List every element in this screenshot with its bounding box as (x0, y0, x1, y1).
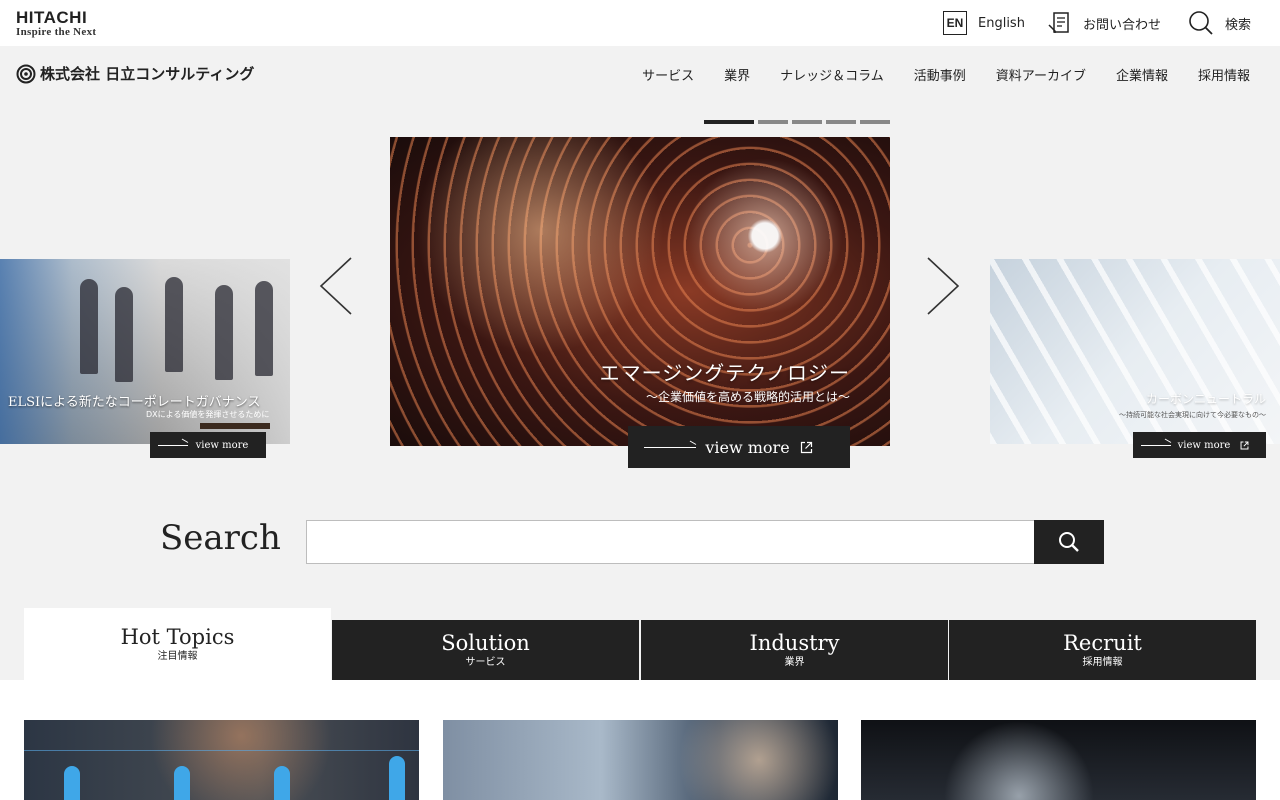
view-more-label: view more (195, 439, 249, 451)
nav-item-case-studies[interactable]: 活動事例 (914, 65, 966, 84)
arrow-right-icon (158, 445, 188, 446)
en-badge-icon: EN (943, 11, 967, 35)
logo-name: HITACHI (16, 8, 88, 27)
site-search-button[interactable] (1034, 520, 1104, 564)
main-nav: 株式会社 日立コンサルティング サービス 業界 ナレッジ＆コラム 活動事例 資料… (0, 46, 1280, 102)
header-search-link[interactable]: 検索 (1188, 0, 1251, 46)
nav-item-recruit[interactable]: 採用情報 (1198, 65, 1250, 84)
main-view-more-button[interactable]: view more (628, 426, 850, 468)
nav-item-knowledge[interactable]: ナレッジ＆コラム (780, 65, 884, 84)
nav-item-services[interactable]: サービス (642, 65, 694, 84)
carousel-slide-prev[interactable]: ELSIによる新たなコーポレートガバナンス DXによる価値を発揮させるために (0, 259, 290, 444)
contact-document-icon (1048, 12, 1069, 33)
english-link[interactable]: EN English (943, 0, 1025, 46)
next-slide-subtitle: ～持続可能な社会実現に向けて今必要なもの～ (1119, 411, 1266, 419)
carousel-next-arrow-icon[interactable] (925, 256, 961, 316)
tab-solution[interactable]: Solution サービス (332, 620, 639, 680)
carousel-slide-next[interactable]: カーボンニュートラル ～持続可能な社会実現に向けて今必要なもの～ (990, 259, 1280, 444)
topic-card[interactable] (443, 720, 838, 800)
tab-hot-topics[interactable]: Hot Topics 注目情報 (24, 608, 331, 680)
tab-label-ja: サービス (465, 657, 506, 668)
contact-label: お問い合わせ (1083, 17, 1162, 33)
view-more-label: view more (705, 437, 790, 457)
slide-image-person (115, 287, 133, 382)
company-emblem-icon (16, 64, 36, 83)
slide-image-person (255, 281, 273, 376)
next-slide-title: カーボンニュートラル (1145, 392, 1266, 406)
carousel-indicators (704, 120, 890, 124)
slide-image-person (165, 277, 183, 372)
topic-card[interactable] (861, 720, 1256, 800)
nav-item-company[interactable]: 企業情報 (1116, 65, 1168, 84)
header-search-label: 検索 (1225, 17, 1252, 33)
logo-tagline: Inspire the Next (16, 26, 97, 38)
card-image-person (274, 766, 290, 800)
tab-label-en: Hot Topics (120, 625, 235, 649)
carousel-indicator[interactable] (704, 120, 754, 124)
slide-image-person (80, 279, 98, 374)
nav-item-industry[interactable]: 業界 (724, 65, 750, 84)
slide-image-person (215, 285, 233, 380)
nav-item-archive[interactable]: 資料アーカイブ (996, 65, 1086, 84)
company-name: 株式会社 日立コンサルティング (40, 65, 255, 83)
main-slide-title: エマージングテクノロジー (599, 361, 850, 385)
nav-menu: サービス 業界 ナレッジ＆コラム 活動事例 資料アーカイブ 企業情報 採用情報 (642, 46, 1250, 102)
prev-slide-title: ELSIによる新たなコーポレートガバナンス (8, 395, 261, 410)
card-image-person (174, 766, 190, 800)
search-icon (1059, 532, 1079, 552)
tab-label-en: Solution (441, 631, 530, 655)
external-link-icon (1240, 441, 1249, 449)
tab-label-en: Industry (749, 631, 840, 655)
tab-industry[interactable]: Industry 業界 (641, 620, 948, 680)
view-more-label: view more (1177, 439, 1231, 451)
carousel-slide-active[interactable]: エマージングテクノロジー ～企業価値を高める戦略的活用とは～ (390, 137, 890, 446)
arrow-right-icon (1141, 445, 1171, 446)
prev-slide-subtitle: DXによる価値を発揮させるために (146, 410, 270, 419)
search-heading: Search (160, 518, 281, 558)
hitachi-logo[interactable]: HITACHI Inspire the Next (16, 9, 96, 39)
main-slide-subtitle: ～企業価値を高める戦略的活用とは～ (645, 390, 850, 404)
card-image-person (389, 756, 405, 800)
tab-label-ja: 採用情報 (1082, 657, 1123, 668)
tab-label-ja: 注目情報 (157, 651, 198, 662)
contact-link[interactable]: お問い合わせ (1046, 0, 1161, 46)
tab-recruit[interactable]: Recruit 採用情報 (949, 620, 1256, 680)
company-logo[interactable]: 株式会社 日立コンサルティング (16, 63, 254, 84)
site-search-input[interactable] (306, 520, 1034, 564)
search-icon (1189, 11, 1213, 35)
english-label: English (978, 15, 1025, 31)
carousel-prev-arrow-icon[interactable] (318, 256, 354, 316)
arrow-right-icon (644, 447, 696, 448)
card-image-network (24, 750, 419, 751)
next-view-more-button[interactable]: view more (1133, 432, 1266, 458)
top-bar: HITACHI Inspire the Next EN English お問い合… (0, 0, 1280, 46)
tab-label-ja: 業界 (784, 657, 805, 668)
external-link-icon (800, 441, 812, 453)
carousel-indicator[interactable] (792, 120, 822, 124)
prev-view-more-button[interactable]: view more (150, 432, 266, 458)
carousel-indicator[interactable] (826, 120, 856, 124)
topic-card[interactable] (24, 720, 419, 800)
carousel-indicator[interactable] (758, 120, 788, 124)
tab-label-en: Recruit (1063, 631, 1142, 655)
card-image-person (64, 766, 80, 800)
hot-topics-panel (0, 680, 1280, 800)
carousel-indicator[interactable] (860, 120, 890, 124)
